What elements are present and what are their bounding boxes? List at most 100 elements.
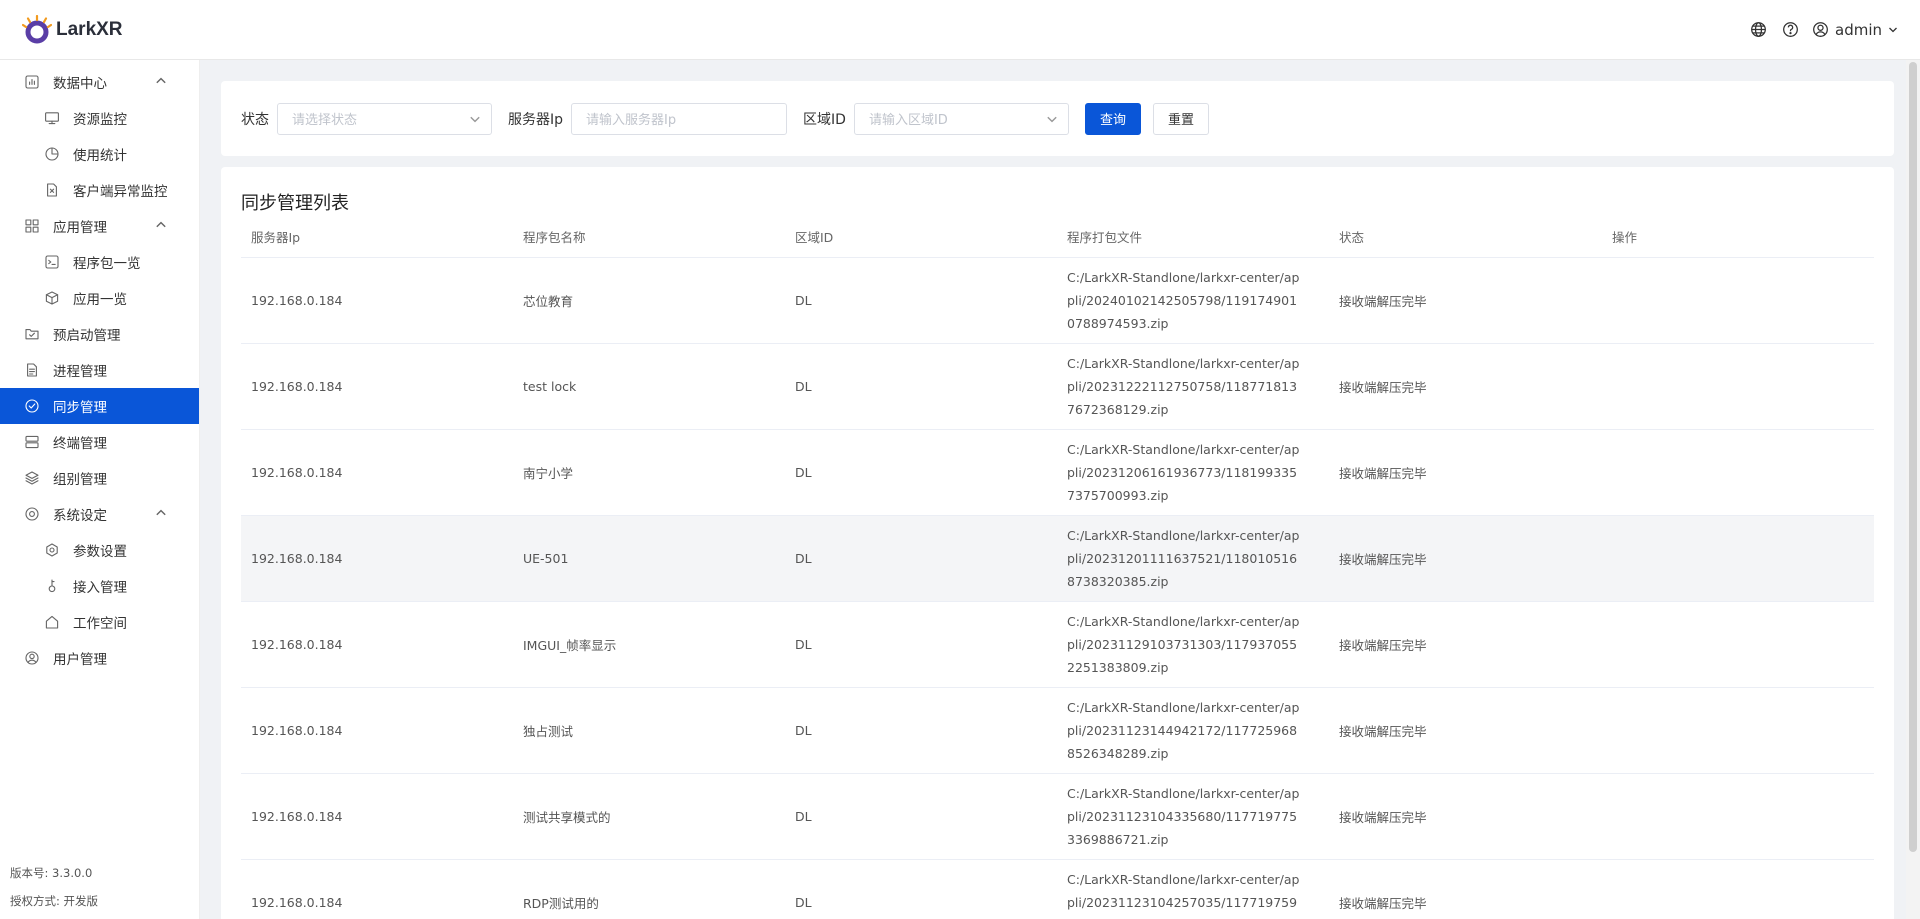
- list-title: 同步管理列表: [241, 193, 349, 214]
- sidebar-item-label: 系统设定: [53, 508, 107, 524]
- check-circle-icon: [23, 397, 41, 415]
- chevron-down-icon: [470, 116, 480, 122]
- server-ip-label: 服务器Ip: [508, 111, 564, 128]
- table-row[interactable]: 192.168.0.184 芯位教育 DL C:/LarkXR-Standlone/l…: [241, 257, 1874, 344]
- cell-status: 接收端解压完毕: [1329, 515, 1602, 602]
- cell-server-ip: 192.168.0.184: [241, 257, 513, 344]
- status-placeholder: 请选择状态: [292, 113, 358, 128]
- user-menu[interactable]: admin: [1812, 21, 1898, 39]
- logo-text: LarkXR: [56, 18, 123, 40]
- cell-package-name: UE-501: [513, 515, 785, 602]
- table-row[interactable]: 192.168.0.184 测试共享模式的 DL C:/LarkXR-Standlon…: [241, 773, 1874, 860]
- sidebar-item-resource-monitor[interactable]: 资源监控: [0, 100, 199, 136]
- cell-actions: [1602, 429, 1874, 516]
- sidebar-item-app-management[interactable]: 应用管理: [0, 208, 199, 244]
- cube-icon: [43, 289, 61, 307]
- cell-server-ip: 192.168.0.184: [241, 515, 513, 602]
- sidebar-item-workspace[interactable]: 工作空间: [0, 604, 199, 640]
- sidebar-item-system-settings[interactable]: 系统设定: [0, 496, 199, 532]
- cell-server-ip: 192.168.0.184: [241, 343, 513, 430]
- table-row[interactable]: 192.168.0.184 独占测试 DL C:/LarkXR-Standlone/l…: [241, 687, 1874, 774]
- reset-button[interactable]: 重置: [1152, 102, 1209, 135]
- cell-server-ip: 192.168.0.184: [241, 687, 513, 774]
- sidebar-item-label: 用户管理: [53, 652, 107, 668]
- username: admin: [1835, 20, 1882, 39]
- sidebar-item-label: 终端管理: [53, 436, 107, 452]
- sidebar-item-package-list[interactable]: 程序包一览: [0, 244, 199, 280]
- sync-table: 服务器Ip 程序包名称 区域ID 程序打包文件 状态 操作 192.168.0.184 芯位…: [241, 217, 1874, 919]
- scrollbar-thumb[interactable]: [1909, 62, 1917, 852]
- cell-status: 接收端解压完毕: [1329, 601, 1602, 688]
- cell-package-name: 测试共享模式的: [513, 773, 785, 860]
- region-id-placeholder: 请输入区域ID: [868, 113, 948, 128]
- user-icon: [23, 649, 41, 667]
- cell-actions: [1602, 601, 1874, 688]
- cell-package-name: 南宁小学: [513, 429, 785, 516]
- server-ip-placeholder: 请输入服务器Ip: [586, 113, 677, 128]
- sidebar-item-user-management[interactable]: 用户管理: [0, 640, 199, 676]
- cell-package-name: test lock: [513, 343, 785, 430]
- sync-list-panel: 同步管理列表 服务器Ip 程序包名称 区域ID 程序打包文件 状态 操作 192.168.…: [221, 167, 1894, 919]
- sidebar-item-label: 进程管理: [53, 364, 107, 380]
- cell-actions: [1602, 257, 1874, 344]
- file-x-icon: [43, 181, 61, 199]
- sidebar-item-group-management[interactable]: 组别管理: [0, 460, 199, 496]
- server-ip-input[interactable]: 请输入服务器Ip: [571, 102, 788, 135]
- sidebar-item-client-exception-monitor[interactable]: 客户端异常监控: [0, 172, 199, 208]
- logo[interactable]: LarkXR: [22, 14, 123, 45]
- sidebar-item-usage-stats[interactable]: 使用统计: [0, 136, 199, 172]
- sidebar-item-terminal-management[interactable]: 终端管理: [0, 424, 199, 460]
- table-row[interactable]: 192.168.0.184 RDP测试用的 DL C:/LarkXR-Standlon…: [241, 859, 1874, 919]
- sidebar-item-access-management[interactable]: 接入管理: [0, 568, 199, 604]
- cell-package-name: 独占测试: [513, 687, 785, 774]
- sidebar-item-data-center[interactable]: 数据中心: [0, 64, 199, 100]
- sidebar-item-label: 应用管理: [53, 220, 107, 236]
- help-icon[interactable]: [1780, 20, 1800, 40]
- column-header-server-ip: 服务器Ip: [241, 217, 513, 258]
- server-icon: [23, 433, 41, 451]
- globe-icon[interactable]: [1748, 20, 1768, 40]
- cell-server-ip: 192.168.0.184: [241, 859, 513, 919]
- cell-package-file: C:/LarkXR-Standlone/larkxr-center/appli/…: [1057, 601, 1329, 688]
- sidebar-item-sync-management[interactable]: 同步管理: [0, 388, 199, 424]
- sidebar-item-parameter-settings[interactable]: 参数设置: [0, 532, 199, 568]
- cell-actions: [1602, 859, 1874, 919]
- top-header: LarkXR admin: [0, 0, 1920, 60]
- cell-package-file: C:/LarkXR-Standlone/larkxr-center/appli/…: [1057, 257, 1329, 344]
- table-row[interactable]: 192.168.0.184 南宁小学 DL C:/LarkXR-Standlone/l…: [241, 429, 1874, 516]
- column-header-status: 状态: [1329, 217, 1602, 258]
- sidebar-item-app-list[interactable]: 应用一览: [0, 280, 199, 316]
- cell-package-name: IMGUI_帧率显示: [513, 601, 785, 688]
- cell-region-id: DL: [785, 859, 1057, 919]
- table-row[interactable]: 192.168.0.184 IMGUI_帧率显示 DL C:/LarkXR-Stand…: [241, 601, 1874, 688]
- sidebar: 数据中心 资源监控 使用统计客户端异常监控应用管理程序包一览 应用一览 预启动管理进程管…: [0, 60, 200, 919]
- home-icon: [43, 613, 61, 631]
- cell-status: 接收端解压完毕: [1329, 859, 1602, 919]
- region-id-select[interactable]: 请输入区域ID: [853, 102, 1069, 135]
- layers-icon: [23, 469, 41, 487]
- pie-icon: [43, 145, 61, 163]
- cell-package-file: C:/LarkXR-Standlone/larkxr-center/appli/…: [1057, 773, 1329, 860]
- cell-region-id: DL: [785, 257, 1057, 344]
- cell-actions: [1602, 515, 1874, 602]
- chevron-up-icon: [155, 219, 167, 235]
- doc-icon: [23, 361, 41, 379]
- search-button[interactable]: 查询: [1084, 102, 1141, 135]
- sidebar-item-process-management[interactable]: 进程管理: [0, 352, 199, 388]
- user-circle-icon: [1813, 22, 1828, 37]
- column-header-region-id: 区域ID: [785, 217, 1057, 258]
- chevron-up-icon: [155, 507, 167, 523]
- table-row[interactable]: 192.168.0.184 UE-501 DL C:/LarkXR-Standlone…: [241, 515, 1874, 602]
- grid-icon: [23, 217, 41, 235]
- cell-status: 接收端解压完毕: [1329, 343, 1602, 430]
- cell-actions: [1602, 773, 1874, 860]
- cell-region-id: DL: [785, 601, 1057, 688]
- column-header-package-file: 程序打包文件: [1057, 217, 1329, 258]
- sidebar-item-prelaunch-management[interactable]: 预启动管理: [0, 316, 199, 352]
- cell-server-ip: 192.168.0.184: [241, 601, 513, 688]
- sidebar-item-label: 客户端异常监控: [73, 184, 168, 200]
- status-select[interactable]: 请选择状态: [277, 102, 492, 135]
- cell-package-name: 芯位教育: [513, 257, 785, 344]
- table-row[interactable]: 192.168.0.184 test lock DL C:/LarkXR-Standl…: [241, 343, 1874, 430]
- settings-icon: [23, 505, 41, 523]
